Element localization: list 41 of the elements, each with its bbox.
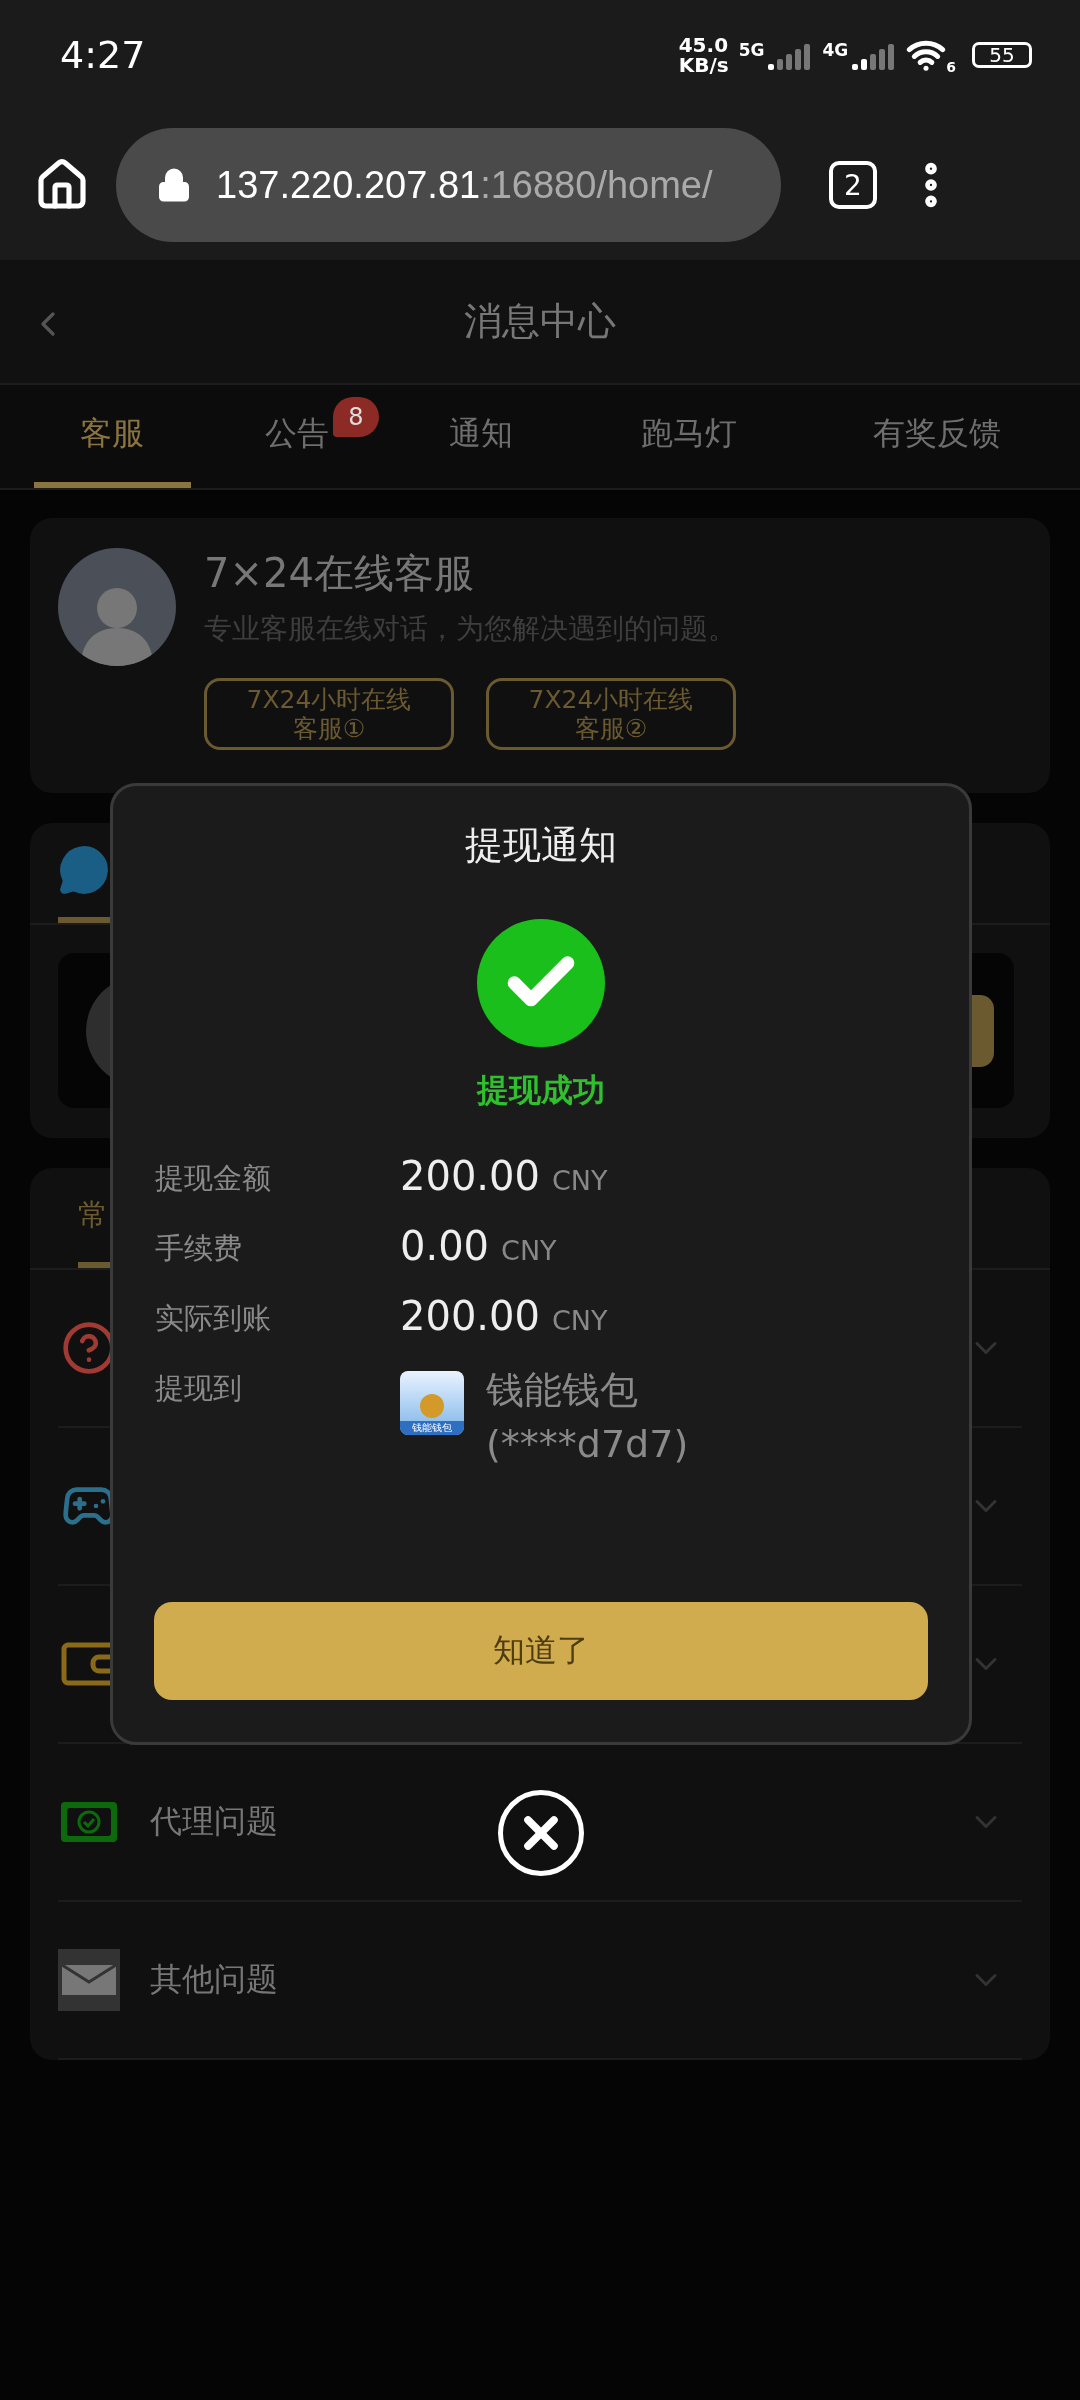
- close-button[interactable]: [498, 1790, 584, 1876]
- detail-label: 手续费: [155, 1230, 243, 1267]
- page-title: 消息中心: [464, 298, 616, 345]
- currency-unit: CNY: [551, 1305, 608, 1336]
- confirm-button[interactable]: 知道了: [154, 1602, 928, 1700]
- tab[interactable]: 跑马灯: [587, 385, 792, 488]
- success-status: 提现成功: [477, 1070, 605, 1111]
- detail-label: 实际到账: [155, 1300, 272, 1337]
- network-speed: 45.0 KB/s: [678, 35, 729, 75]
- count-badge: 8: [332, 397, 379, 437]
- tab[interactable]: 客服: [34, 385, 191, 488]
- tab-count-button[interactable]: 2: [829, 161, 877, 209]
- detail-label: 提现金额: [155, 1160, 272, 1197]
- currency-unit: CNY: [501, 1235, 557, 1266]
- address-bar[interactable]: 137.220.207.81:16880/home/: [116, 128, 781, 242]
- tab[interactable]: 有奖反馈: [819, 385, 1054, 488]
- detail-label: 提现到: [155, 1370, 243, 1407]
- envelope-icon: [58, 1949, 120, 2011]
- tab[interactable]: 公告 8: [218, 385, 376, 488]
- network-label: 5G: [738, 40, 765, 60]
- service-button[interactable]: 7X24小时在线 客服①: [204, 678, 454, 750]
- lock-icon: [156, 167, 192, 203]
- faq-item-label[interactable]: 代理问题: [150, 1800, 938, 1844]
- wifi-label: 6: [946, 59, 956, 75]
- currency-unit: CNY: [551, 1165, 608, 1196]
- amount-value: 0.00: [400, 1223, 490, 1269]
- amount-value: 200.00: [400, 1153, 540, 1199]
- service-button[interactable]: 7X24小时在线 客服②: [486, 678, 736, 750]
- network-label: 4G: [822, 40, 849, 60]
- amount-value: 200.00: [400, 1293, 540, 1339]
- tab[interactable]: 通知: [403, 385, 560, 488]
- faq-item-label[interactable]: 其他问题: [150, 1958, 938, 2002]
- wallet-account: (****d7d7): [486, 1421, 689, 1468]
- status-time: 4:27: [60, 33, 146, 77]
- chat-icon[interactable]: [58, 844, 110, 896]
- wallet-logo: 钱能钱包: [400, 1371, 464, 1435]
- service-title: 7×24在线客服: [204, 549, 475, 598]
- wallet-name: 钱能钱包: [486, 1367, 639, 1414]
- dialog-title: 提现通知: [465, 822, 617, 869]
- banknote-icon: [59, 1800, 119, 1844]
- battery-icon: 55: [972, 42, 1032, 68]
